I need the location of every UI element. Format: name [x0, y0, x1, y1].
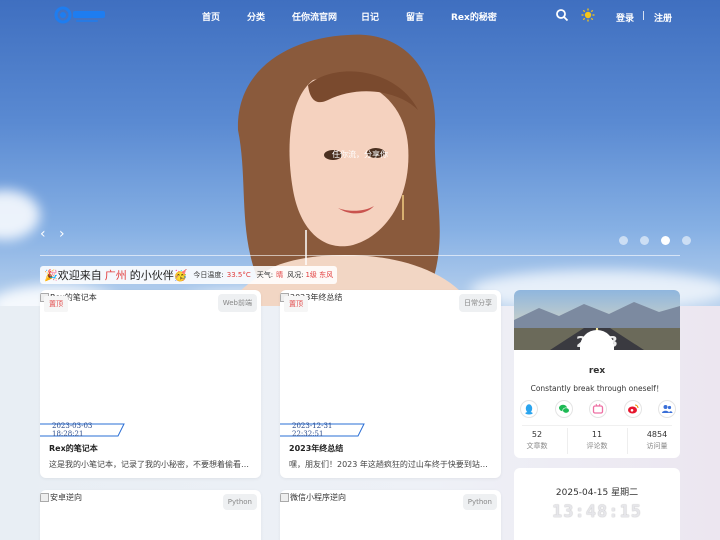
social-links	[520, 400, 676, 418]
article-date: 2023-03-03 18:28:21	[40, 422, 125, 438]
article-card[interactable]: Rex的笔记本 置顶 Web前端 2023-03-03 18:28:21 Rex…	[40, 290, 261, 478]
author-profile-card: 2023 rex Constantly break through onesel…	[514, 290, 680, 458]
nav-rex-secret[interactable]: Rex的秘密	[451, 10, 497, 23]
top-header: 首页 分类 任你流官网 日记 留言 Rex的秘密 登录 | 注册	[0, 0, 720, 32]
friends-icon[interactable]	[658, 400, 676, 418]
bilibili-icon[interactable]	[589, 400, 607, 418]
article-card[interactable]: 安卓逆向 Python	[40, 490, 261, 540]
auth-divider: |	[642, 11, 646, 21]
register-link[interactable]: 注册	[654, 11, 672, 24]
carousel-dot[interactable]	[640, 236, 650, 245]
article-title[interactable]: 2023年终总结	[289, 443, 343, 454]
welcome-prefix: 🎉欢迎来自	[44, 269, 102, 282]
hero-divider	[40, 255, 680, 256]
temperature-value: 33.5°C	[226, 271, 251, 279]
nav-diary[interactable]: 日记	[361, 10, 379, 23]
carousel-prev-arrow[interactable]: ‹	[40, 226, 46, 242]
login-link[interactable]: 登录	[616, 11, 634, 24]
wind-label: 风况:	[287, 271, 304, 279]
article-image-broken: 安卓逆向	[40, 492, 82, 503]
pinned-badge: 置顶	[44, 296, 68, 312]
category-badge[interactable]: Web前端	[217, 294, 257, 312]
nav-categories[interactable]: 分类	[247, 10, 265, 23]
article-excerpt: 嘿，朋友们！2023 年这趟疯狂的过山车终于快要到站…	[289, 460, 488, 469]
theme-sun-icon[interactable]	[581, 8, 595, 22]
weibo-icon[interactable]	[623, 400, 642, 418]
clock-date: 2025-04-15 星期二	[555, 488, 639, 498]
category-badge[interactable]: 日常分享	[459, 294, 497, 312]
weather-label: 天气:	[256, 271, 274, 279]
weather-value: 晴	[276, 271, 284, 279]
clock-time: 13:48:15	[552, 502, 642, 522]
welcome-city: 广州	[104, 269, 127, 282]
article-date: 2023-12-31 22:32:51	[280, 422, 365, 438]
nav-home[interactable]: 首页	[202, 10, 220, 23]
clock-widget: 2025-04-15 星期二 13:48:15	[514, 468, 680, 540]
wechat-icon[interactable]	[554, 400, 573, 418]
pinned-badge: 置顶	[284, 296, 308, 312]
article-excerpt: 这是我的小笔记本，记录了我的小秘密，不要想着偷看…	[49, 460, 249, 469]
search-icon[interactable]	[555, 8, 569, 22]
author-motto: Constantly break through oneself！	[530, 384, 664, 393]
carousel-dot-active[interactable]	[661, 236, 671, 245]
wind-value: 1级 东风	[305, 271, 334, 279]
avatar[interactable]	[580, 330, 614, 356]
welcome-bar: 🎉欢迎来自 广州 的小伙伴🥳 今日温度: 33.5°C 天气: 晴 风况: 1级…	[40, 266, 338, 284]
nav-official-site[interactable]: 任你流官网	[292, 10, 337, 23]
article-card[interactable]: 微信小程序逆向 Python	[280, 490, 501, 540]
stat-comments: 11 评论数	[586, 430, 608, 450]
category-badge[interactable]: Python	[222, 494, 257, 510]
carousel-dot[interactable]	[619, 236, 628, 245]
author-name: rex	[588, 366, 606, 376]
nav-guestbook[interactable]: 留言	[406, 10, 424, 23]
carousel-indicators	[619, 230, 698, 249]
stat-visits: 4854 访问量	[646, 430, 668, 450]
article-image-broken: 微信小程序逆向	[280, 492, 346, 503]
welcome-suffix: 的小伙伴🥳	[129, 269, 188, 282]
site-logo[interactable]	[54, 6, 108, 24]
carousel-dot[interactable]	[682, 236, 692, 245]
carousel-next-arrow[interactable]: ›	[59, 226, 65, 242]
stat-articles: 52 文章数	[526, 430, 548, 450]
temperature-label: 今日温度:	[193, 271, 224, 279]
hero-portrait-image	[228, 34, 473, 306]
hero-slogan: 任你流，分享你	[332, 150, 388, 159]
article-title[interactable]: Rex的笔记本	[49, 443, 98, 454]
category-badge[interactable]: Python	[462, 494, 497, 510]
qq-icon[interactable]	[520, 400, 538, 418]
article-card[interactable]: 2023年终总结 置顶 日常分享 2023-12-31 22:32:51 202…	[280, 290, 501, 478]
